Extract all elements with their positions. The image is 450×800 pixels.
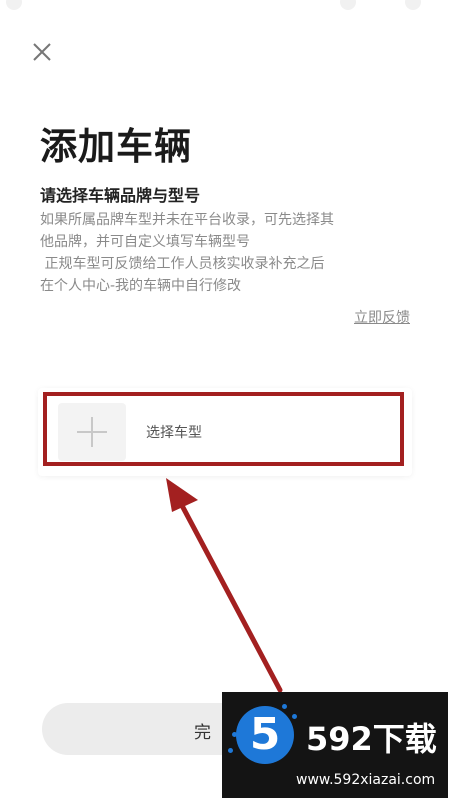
description-line: 在个人中心-我的车辆中自行修改 [40, 278, 242, 294]
description-line: 如果所属品牌车型并未在平台收录，可先选择其 [40, 212, 334, 228]
select-model-card[interactable]: 选择车型 [38, 388, 412, 476]
description-line: 他品牌，并可自定义填写车辆型号 [40, 234, 250, 250]
feedback-link[interactable]: 立即反馈 [354, 307, 410, 327]
select-model-label: 选择车型 [146, 425, 202, 441]
close-button[interactable] [28, 38, 56, 66]
add-model-box[interactable] [58, 403, 126, 461]
watermark-logo: 5 592下载 www.592xiazai.com [222, 692, 448, 798]
description-line: 正规车型可反馈给工作人员核实收录补充之后 [40, 256, 325, 272]
done-label: 完 [194, 723, 211, 743]
page-subtitle: 请选择车辆品牌与型号 [40, 186, 201, 205]
status-bar-remnant [0, 0, 450, 14]
status-dot [6, 0, 22, 10]
close-icon [33, 43, 51, 61]
watermark-brand: 592下载 [306, 720, 437, 758]
page-title: 添加车辆 [40, 125, 192, 168]
status-dot [340, 0, 356, 10]
description: 如果所属品牌车型并未在平台收录，可先选择其 他品牌，并可自定义填写车辆型号 正规… [40, 209, 420, 297]
watermark-logo-mark: 5 [249, 709, 281, 760]
status-dot [405, 0, 421, 10]
plus-icon [77, 417, 107, 447]
watermark-url: www.592xiazai.com [296, 772, 436, 788]
